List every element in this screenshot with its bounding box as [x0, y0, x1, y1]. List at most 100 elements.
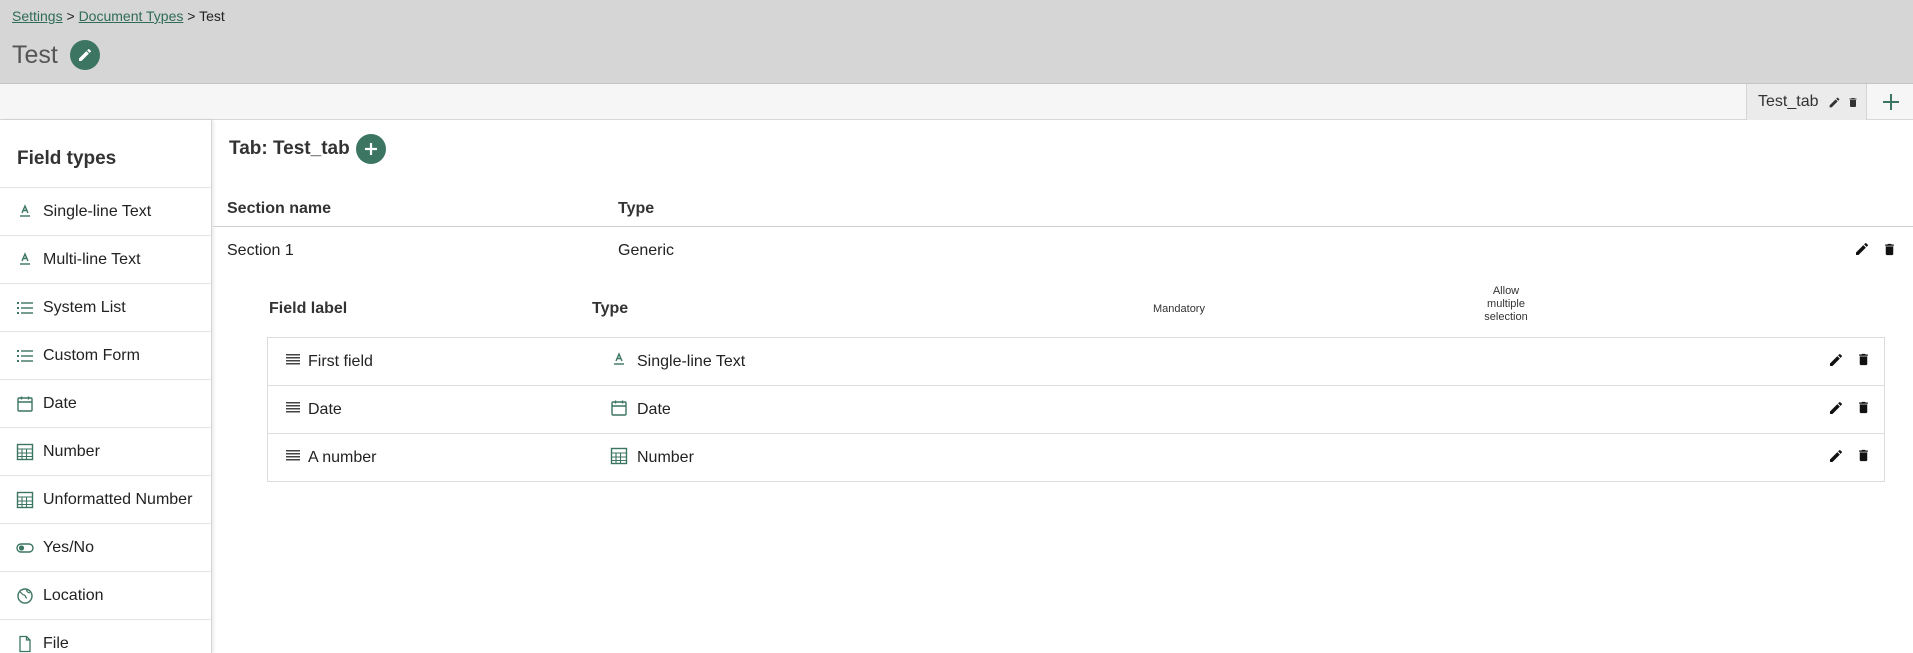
field-type-label: Location	[43, 586, 104, 604]
breadcrumb-current: Test	[199, 8, 225, 24]
field-type: Single-line Text	[637, 353, 746, 370]
trash-icon	[1859, 401, 1868, 414]
field-type-label: Single-line Text	[43, 202, 152, 220]
field-label: Date	[308, 401, 342, 418]
field-type-single-line-text[interactable]: Single-line Text	[0, 188, 211, 236]
breadcrumb-document-types-link[interactable]: Document Types	[79, 8, 184, 24]
trash-icon	[1859, 449, 1868, 462]
trash-icon	[1859, 353, 1868, 366]
field-type: Date	[637, 401, 671, 418]
drag-handle-icon	[286, 402, 300, 413]
edit-field-button[interactable]	[1828, 400, 1844, 416]
field-type-yes-no[interactable]: Yes/No	[0, 524, 211, 572]
section-type-header: Type	[618, 200, 655, 217]
field-type-label: System List	[43, 298, 126, 316]
section-type: Generic	[618, 242, 675, 259]
header-line: multiple	[1487, 298, 1525, 310]
field-table-header: Field label Type Mandatory Allow multipl…	[267, 282, 1867, 336]
delete-field-button[interactable]	[1856, 399, 1871, 416]
field-types-sidebar: Field types Single-line Text Multi-line …	[0, 120, 212, 653]
field-type-label: File	[43, 634, 69, 652]
drag-handle[interactable]	[286, 401, 300, 413]
pencil-icon	[1830, 449, 1843, 462]
calculator-icon	[610, 447, 628, 465]
edit-tab-button[interactable]	[1828, 96, 1841, 109]
tab-test-tab[interactable]: Test_tab	[1746, 84, 1867, 120]
field-type: Number	[637, 449, 694, 466]
edit-section-button[interactable]	[1854, 241, 1870, 257]
file-icon	[19, 635, 31, 652]
field-type-unformatted-number[interactable]: Unformatted Number	[0, 476, 211, 524]
sidebar-title: Field types	[0, 120, 211, 188]
section-table-header: Section name Type	[213, 190, 1913, 227]
field-row: Date Date	[268, 386, 1884, 434]
section-row: Section 1 Generic	[213, 228, 1913, 274]
trash-icon	[1885, 243, 1894, 256]
plus-icon	[1883, 94, 1899, 110]
pencil-icon	[1856, 242, 1869, 255]
pencil-icon	[1830, 353, 1843, 366]
drag-handle[interactable]	[286, 353, 300, 365]
field-type-location[interactable]: Location	[0, 572, 211, 620]
field-label: First field	[308, 353, 373, 370]
tab-label: Test_tab	[1758, 93, 1819, 110]
drag-handle[interactable]	[286, 449, 300, 461]
delete-field-button[interactable]	[1856, 447, 1871, 464]
toggle-icon	[16, 542, 34, 553]
tab-content: Tab: Test_tab Section name Type Section …	[213, 120, 1913, 653]
field-type-label: Date	[43, 394, 77, 412]
delete-field-button[interactable]	[1856, 351, 1871, 368]
pencil-icon	[1830, 97, 1840, 107]
edit-field-button[interactable]	[1828, 448, 1844, 464]
field-type-custom-form[interactable]: Custom Form	[0, 332, 211, 380]
field-type-multi-line-text[interactable]: Multi-line Text	[0, 236, 211, 284]
drag-handle-icon	[286, 450, 300, 461]
drag-handle-icon	[286, 354, 300, 365]
pencil-icon	[78, 48, 91, 61]
field-type-label: Yes/No	[43, 538, 94, 556]
field-table: First field Single-line Text Date Date A…	[267, 337, 1885, 482]
page-header: Settings > Document Types > Test Test	[0, 0, 1913, 84]
header-line: Allow	[1492, 285, 1520, 297]
plus-icon	[364, 143, 377, 155]
tab-bar: Test_tab	[0, 84, 1913, 120]
add-section-button[interactable]	[355, 134, 386, 164]
header-line: selection	[1484, 311, 1528, 323]
field-type-label: Number	[43, 442, 100, 460]
trash-icon	[1849, 97, 1857, 107]
field-type-system-list[interactable]: System List	[0, 284, 211, 332]
field-type-label: Custom Form	[43, 346, 140, 364]
delete-tab-button[interactable]	[1847, 96, 1859, 109]
edit-field-button[interactable]	[1828, 352, 1844, 368]
tab-heading: Tab: Test_tab	[229, 138, 350, 159]
breadcrumb: Settings > Document Types > Test	[12, 8, 225, 24]
calendar-icon	[17, 396, 33, 412]
globe-icon	[17, 587, 33, 604]
breadcrumb-settings-link[interactable]: Settings	[12, 8, 63, 24]
delete-section-button[interactable]	[1882, 241, 1897, 258]
text-icon	[20, 203, 30, 217]
field-type-label: Multi-line Text	[43, 250, 141, 268]
pencil-icon	[1830, 401, 1843, 414]
field-type-header: Type	[592, 300, 629, 317]
field-type-label: Unformatted Number	[43, 490, 193, 508]
field-type-date[interactable]: Date	[0, 380, 211, 428]
field-type-file[interactable]: File	[0, 620, 211, 653]
calculator-icon	[16, 491, 34, 508]
field-type-number[interactable]: Number	[0, 428, 211, 476]
field-label: A number	[308, 449, 377, 466]
edit-title-button[interactable]	[69, 40, 100, 70]
mandatory-header: Mandatory	[1153, 303, 1205, 315]
page-title: Test	[12, 40, 58, 69]
breadcrumb-separator: >	[187, 8, 196, 24]
section-name-header: Section name	[227, 200, 332, 217]
text-icon	[20, 251, 30, 265]
field-row: First field Single-line Text	[268, 338, 1884, 386]
calculator-icon	[16, 443, 34, 460]
breadcrumb-separator: >	[66, 8, 75, 24]
add-tab-button[interactable]	[1876, 90, 1906, 114]
field-row: A number Number	[268, 434, 1884, 482]
allow-multiple-selection-header: Allow multiple selection	[1477, 285, 1535, 324]
text-icon	[614, 352, 624, 365]
section-name: Section 1	[227, 242, 294, 259]
